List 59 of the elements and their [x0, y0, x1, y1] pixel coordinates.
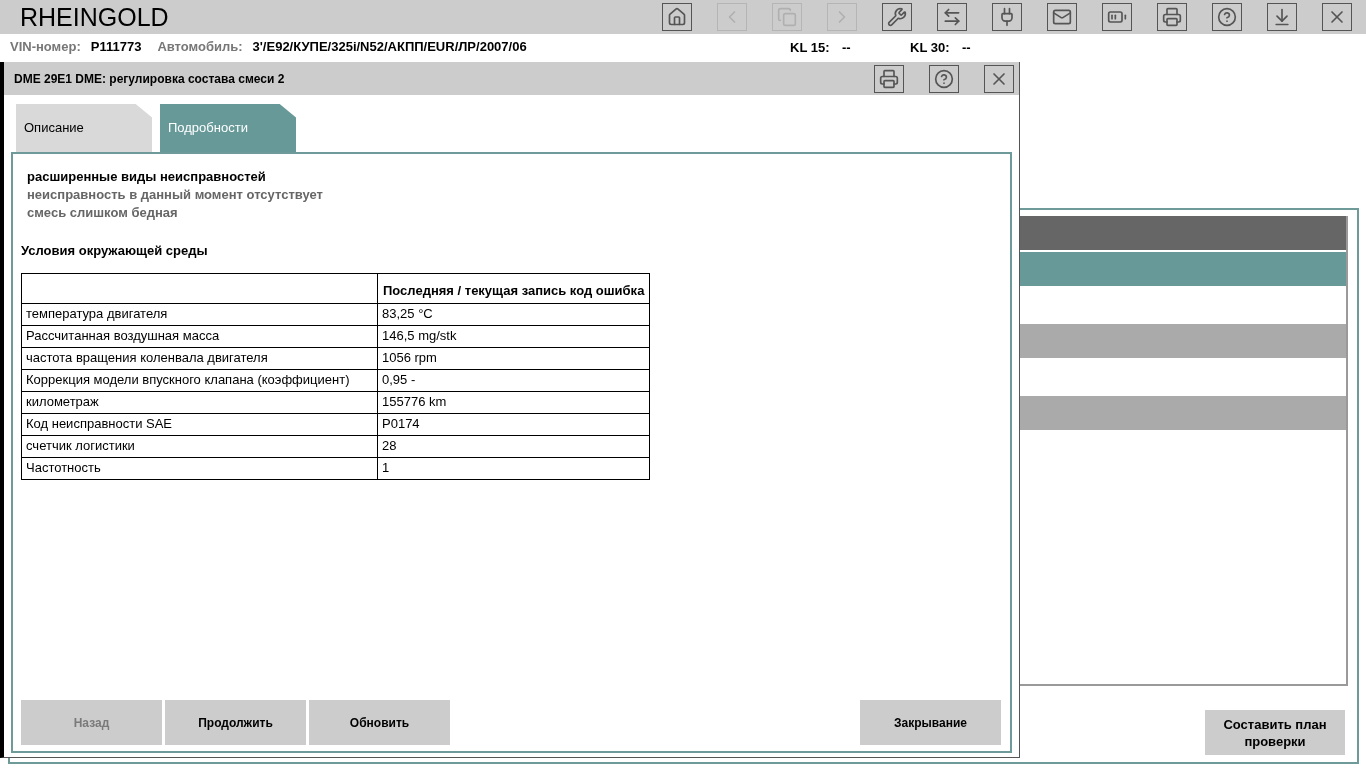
kl15-label: KL 15: [790, 39, 830, 57]
help-button[interactable] [1212, 3, 1242, 31]
help-icon [1217, 7, 1237, 27]
test-plan-button[interactable]: Составить план проверки [1205, 710, 1345, 755]
fault-status: смесь слишком бедная [27, 204, 179, 222]
conditions-heading: Условия окружающей среды [21, 242, 209, 260]
table-cell: Частотность [21, 457, 378, 479]
tab[interactable]: Описание [16, 104, 152, 152]
swap-button[interactable] [937, 3, 967, 31]
printer-icon [879, 68, 899, 89]
table-cell: P0174 [377, 413, 650, 435]
vehicle-label: Автомобиль: [157, 38, 243, 57]
table-cell: 1056 rpm [377, 347, 650, 369]
close-button[interactable] [1322, 3, 1352, 31]
dialog-button[interactable]: Продолжить [165, 700, 306, 745]
kl30-label: KL 30: [910, 39, 950, 57]
table-cell: температура двигателя [21, 303, 378, 325]
service-button[interactable] [882, 3, 912, 31]
app-title: RHEINGOLD [20, 4, 169, 30]
dialog-button[interactable]: Обновить [309, 700, 450, 745]
print-button[interactable] [874, 64, 904, 93]
close-dialog-button[interactable]: Закрывание [860, 700, 1001, 745]
help-icon [934, 68, 954, 89]
dialog-title: DME 29E1 DME: регулировка состава смеси 2 [14, 70, 285, 88]
help-button[interactable] [929, 64, 959, 93]
print-button[interactable] [1157, 3, 1187, 31]
documents-icon [777, 7, 797, 27]
printer-icon [1162, 7, 1182, 27]
table-cell: 1 [377, 457, 650, 479]
table-cell: частота вращения коленвала двигателя [21, 347, 378, 369]
table-cell: 28 [377, 435, 650, 457]
dropdown-button[interactable] [1267, 3, 1297, 31]
wrench-icon [887, 7, 907, 27]
kl15-value: -- [842, 39, 851, 57]
vin-value: P111773 [90, 38, 142, 57]
column-header: Последняя / текущая запись код ошибка [377, 273, 650, 303]
vehicle-value: 3'/E92/КУПЕ/325i/N52/АКПП/EUR/ЛР/2007/06 [252, 38, 527, 57]
table-cell: Код неисправности SAE [21, 413, 378, 435]
home-button[interactable] [662, 3, 692, 31]
table-cell: 0,95 - [377, 369, 650, 391]
table-cell: 83,25 °C [377, 303, 650, 325]
kl30-value: -- [962, 39, 971, 57]
table-cell: километраж [21, 391, 378, 413]
table-cell: 155776 km [377, 391, 650, 413]
message-button[interactable] [1047, 3, 1077, 31]
fault-status: неисправность в данный момент отсутствует [27, 186, 324, 204]
table-cell: Коррекция модели впускного клапана (коэффициент) [21, 369, 378, 391]
close-button[interactable] [984, 64, 1014, 93]
home-icon [667, 7, 687, 27]
envelope-icon [1052, 7, 1072, 27]
battery-button[interactable] [1102, 3, 1132, 31]
table-cell: 146,5 mg/stk [377, 325, 650, 347]
fault-heading: расширенные виды неисправностей [27, 168, 267, 186]
vin-label: VIN-номер: [10, 38, 81, 57]
dropdown-icon [1272, 7, 1292, 27]
table-cell: счетчик логистики [21, 435, 378, 457]
swap-icon [942, 7, 962, 27]
table-cell: Рассчитанная воздушная масса [21, 325, 378, 347]
connection-button[interactable] [992, 3, 1022, 31]
